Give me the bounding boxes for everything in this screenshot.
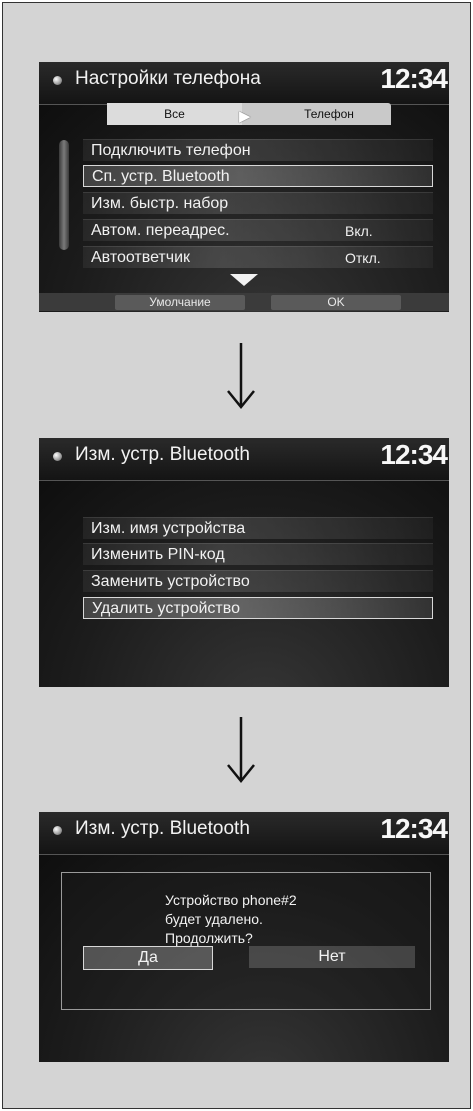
clock: 12:34 <box>380 63 448 94</box>
scroll-down-icon[interactable] <box>230 274 258 286</box>
menu-item-label: Изменить PIN-код <box>91 546 225 563</box>
status-dot-icon <box>53 452 62 461</box>
scroll-knob[interactable] <box>59 140 69 250</box>
screen-title: Настройки телефона <box>75 68 261 89</box>
menu-item-label: Удалить устройство <box>92 600 240 617</box>
default-button[interactable]: Умолчание <box>115 295 245 310</box>
dialog-message-line: Продолжить? <box>165 930 253 946</box>
menu-item-label: Изм. быстр. набор <box>91 195 229 212</box>
menu-item-label: Сп. устр. Bluetooth <box>92 168 230 185</box>
menu-item-value: Вкл. <box>345 223 373 239</box>
phone-settings-screen: Настройки телефона 12:34 Все ▶ Телефон П… <box>39 62 449 312</box>
arrow-down-icon <box>227 343 255 409</box>
menu-item-auto-answer[interactable]: Автоответчик Откл. <box>83 246 433 268</box>
menu-item-rename-device[interactable]: Изм. имя устройства <box>83 517 433 539</box>
menu-item-label: Заменить устройство <box>91 573 250 590</box>
menu-item-speed-dial[interactable]: Изм. быстр. набор <box>83 192 433 214</box>
tab-bar: Все ▶ Телефон <box>107 103 391 125</box>
menu-item-change-pin[interactable]: Изменить PIN-код <box>83 543 433 565</box>
arrow-down-icon <box>227 717 255 783</box>
edit-bluetooth-screen: Изм. устр. Bluetooth 12:34 Изм. имя устр… <box>39 438 449 687</box>
clock: 12:34 <box>380 439 448 470</box>
no-button[interactable]: Нет <box>249 946 415 968</box>
menu-item-connect-phone[interactable]: Подключить телефон <box>83 139 433 161</box>
menu-item-auto-transfer[interactable]: Автом. переадрес. Вкл. <box>83 219 433 241</box>
tab-phone[interactable]: Телефон <box>267 103 391 125</box>
menu-item-bluetooth-list[interactable]: Сп. устр. Bluetooth <box>83 165 433 187</box>
menu-item-value: Откл. <box>345 250 381 266</box>
screen-title: Изм. устр. Bluetooth <box>75 818 250 839</box>
dialog-message-line: Устройство phone#2 <box>165 892 297 908</box>
status-dot-icon <box>53 826 62 835</box>
menu-item-delete-device[interactable]: Удалить устройство <box>83 597 433 619</box>
menu-item-label: Подключить телефон <box>91 142 251 159</box>
tab-arrow-icon: ▶ <box>239 108 251 125</box>
dialog-message-line: будет удалено. <box>165 911 263 927</box>
menu-item-replace-device[interactable]: Заменить устройство <box>83 570 433 592</box>
ok-button[interactable]: OK <box>271 295 401 310</box>
screen-title: Изм. устр. Bluetooth <box>75 444 250 465</box>
status-dot-icon <box>53 76 62 85</box>
tab-all[interactable]: Все <box>107 103 242 125</box>
clock: 12:34 <box>380 813 448 844</box>
menu-item-label: Изм. имя устройства <box>91 520 246 537</box>
delete-confirm-screen: Изм. устр. Bluetooth 12:34 Устройство ph… <box>39 812 449 1062</box>
yes-button[interactable]: Да <box>83 946 213 970</box>
menu-item-label: Автоответчик <box>91 249 191 266</box>
manual-page: Настройки телефона 12:34 Все ▶ Телефон П… <box>2 2 471 1109</box>
menu-item-label: Автом. переадрес. <box>91 222 230 239</box>
